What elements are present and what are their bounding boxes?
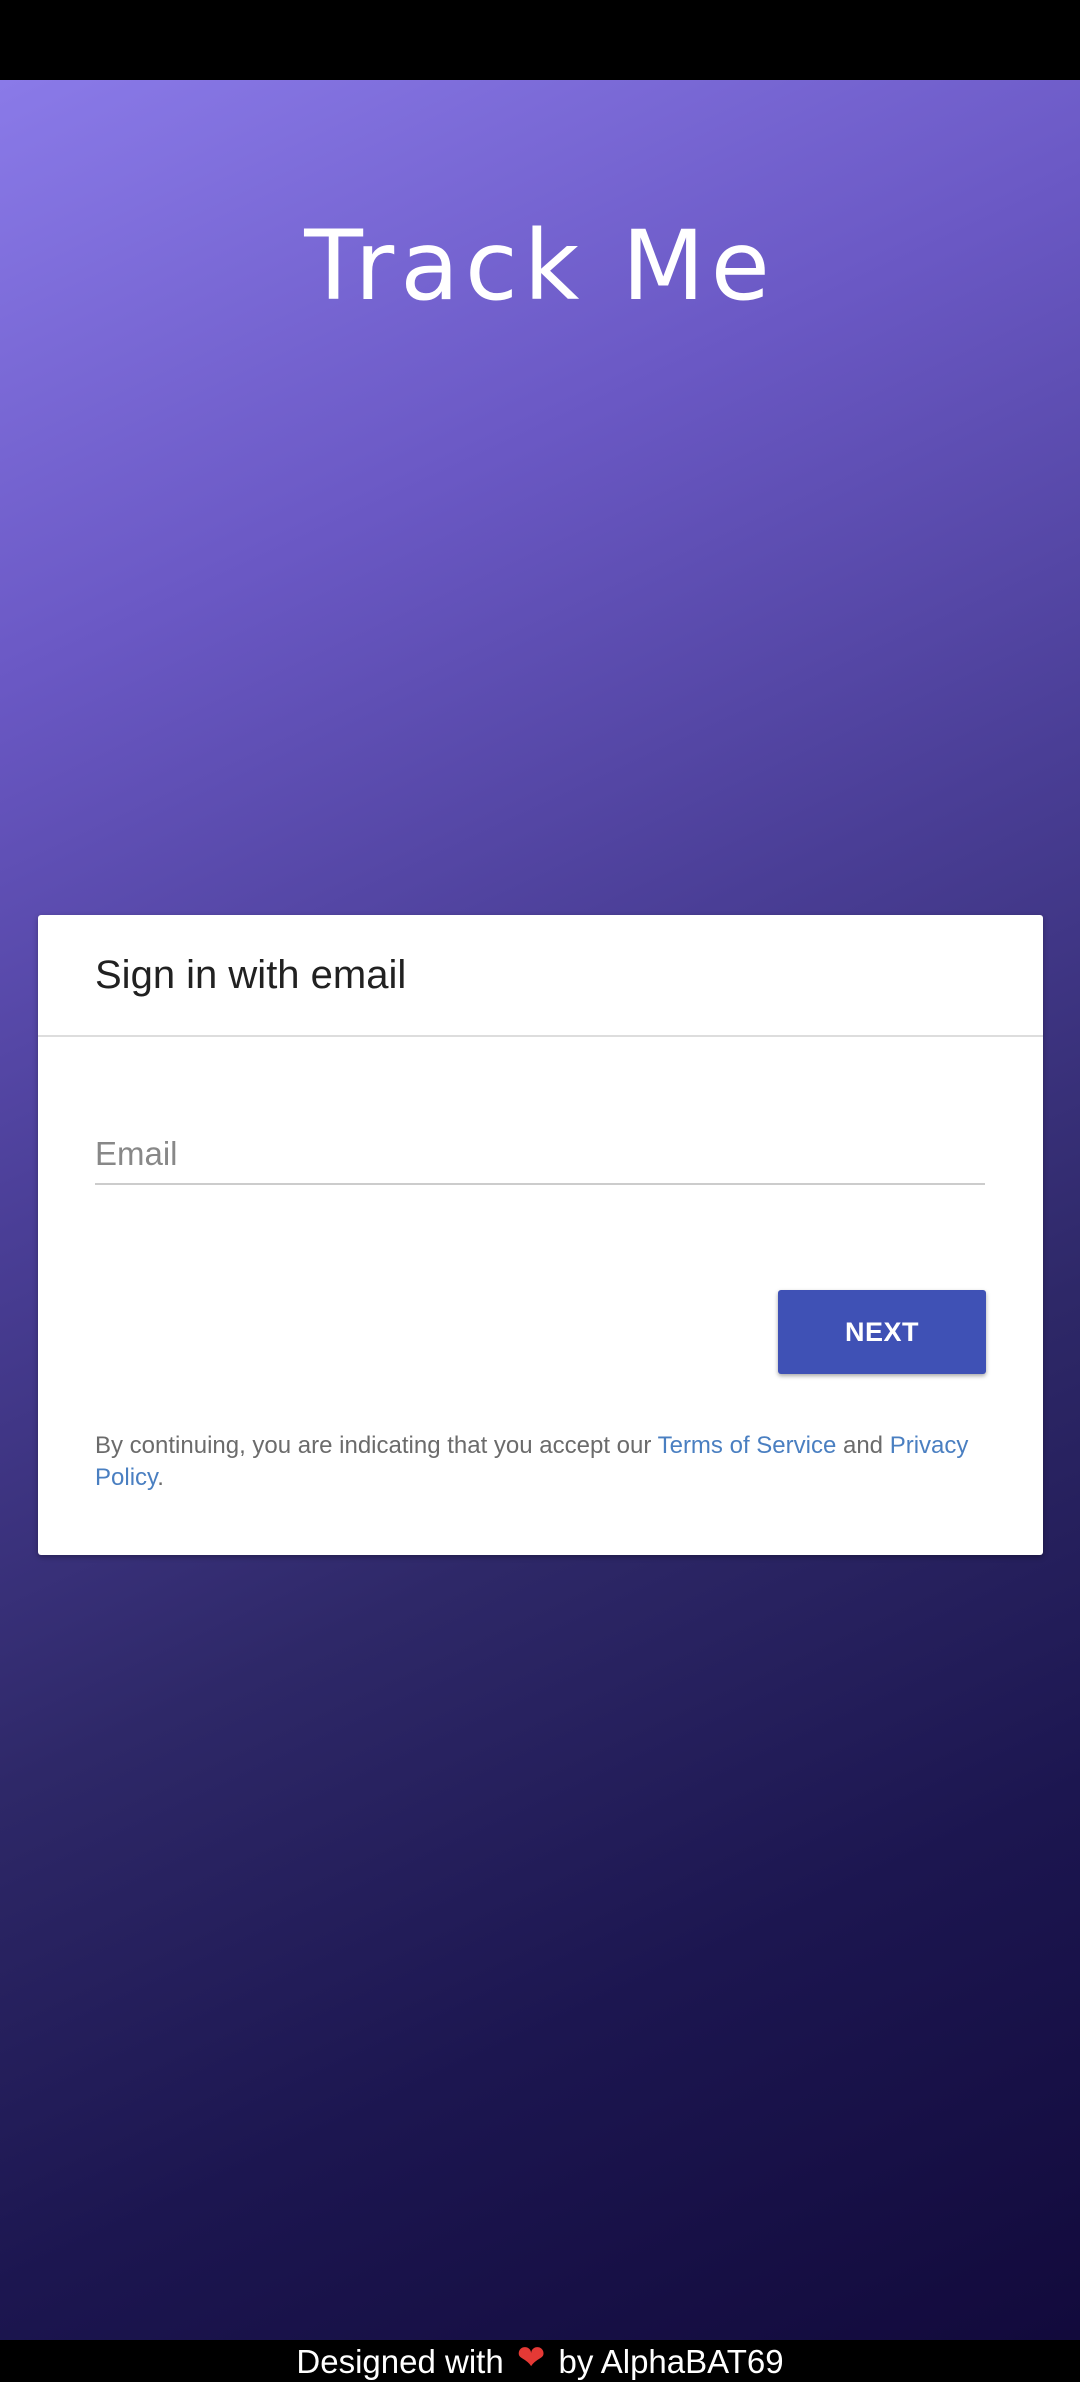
status-bar: [0, 0, 1080, 80]
footer-suffix: by AlphaBAT69: [558, 2343, 784, 2380]
footer: Designed with ❤ by AlphaBAT69: [0, 2339, 1080, 2382]
heart-icon: ❤: [516, 2339, 546, 2377]
app-title: Track Me: [304, 210, 776, 322]
card-header: Sign in with email: [38, 915, 1043, 1037]
terms-of-service-link[interactable]: Terms of Service: [658, 1432, 837, 1459]
terms-text: By continuing, you are indicating that y…: [95, 1430, 995, 1494]
email-field[interactable]: [95, 1125, 985, 1185]
app-screen: Track Me Sign in with email NEXT By cont…: [0, 80, 1080, 2380]
footer-prefix: Designed with: [296, 2343, 504, 2380]
terms-middle: and: [836, 1432, 890, 1459]
terms-suffix: .: [157, 1464, 164, 1491]
next-button[interactable]: NEXT: [778, 1290, 986, 1374]
signin-card: Sign in with email NEXT By continuing, y…: [38, 915, 1043, 1555]
card-title: Sign in with email: [95, 953, 407, 997]
terms-prefix: By continuing, you are indicating that y…: [95, 1432, 658, 1459]
